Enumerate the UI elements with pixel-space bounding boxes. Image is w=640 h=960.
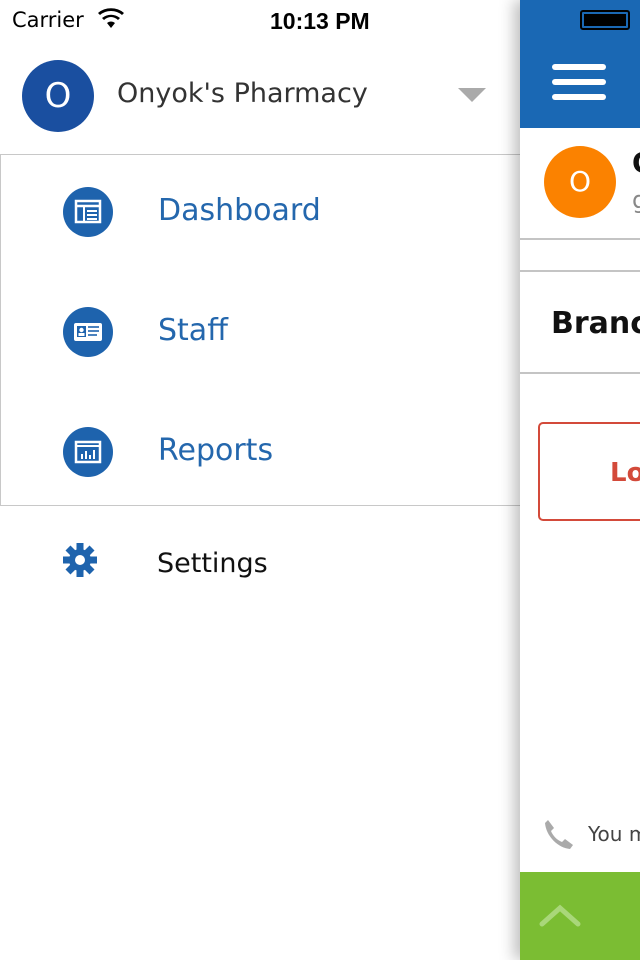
- user-subtitle: g: [632, 186, 640, 214]
- divider: [520, 270, 640, 272]
- report-chart-icon: [63, 427, 113, 477]
- logout-label: Lo: [610, 458, 640, 488]
- sidebar-item-staff[interactable]: Staff: [1, 275, 521, 385]
- dashboard-icon: [63, 187, 113, 237]
- sidebar-item-dashboard[interactable]: Dashboard: [1, 155, 521, 265]
- divider: [520, 238, 640, 240]
- hamburger-menu-icon[interactable]: [552, 64, 606, 109]
- phone-icon: [545, 820, 573, 849]
- main-menu: Dashboard Staff Reports: [0, 154, 521, 506]
- footer-note: You m: [588, 822, 640, 846]
- carrier-label: Carrier: [12, 8, 84, 32]
- id-card-icon: [63, 307, 113, 357]
- sidebar-item-label: Staff: [158, 313, 228, 348]
- settings-label: Settings: [157, 548, 268, 579]
- branch-row[interactable]: Branc: [551, 306, 640, 341]
- gear-icon: [63, 543, 97, 577]
- logout-button[interactable]: Lo: [538, 422, 640, 521]
- user-avatar: O: [544, 146, 616, 218]
- sidebar-item-label: Reports: [158, 433, 274, 468]
- user-name: O: [632, 146, 640, 179]
- top-nav-bar: [520, 0, 640, 128]
- chevron-up-icon[interactable]: [538, 902, 582, 930]
- main-content-panel[interactable]: O O g Branc Lo You m: [520, 0, 640, 960]
- account-name: Onyok's Pharmacy: [117, 78, 368, 109]
- sidebar-item-reports[interactable]: Reports: [1, 395, 521, 505]
- chevron-down-icon[interactable]: [458, 88, 486, 102]
- avatar: O: [22, 60, 94, 132]
- expand-bar[interactable]: [520, 872, 640, 960]
- battery-icon: [580, 10, 630, 30]
- clock: 10:13 PM: [270, 8, 370, 34]
- sidebar-item-label: Dashboard: [158, 193, 321, 228]
- wifi-icon: [98, 8, 124, 28]
- divider: [520, 372, 640, 374]
- navigation-drawer: Carrier 10:13 PM O Onyok's Pharmacy Dash…: [0, 0, 521, 960]
- sidebar-item-settings[interactable]: Settings: [0, 520, 520, 610]
- account-switcher[interactable]: O Onyok's Pharmacy: [22, 60, 512, 132]
